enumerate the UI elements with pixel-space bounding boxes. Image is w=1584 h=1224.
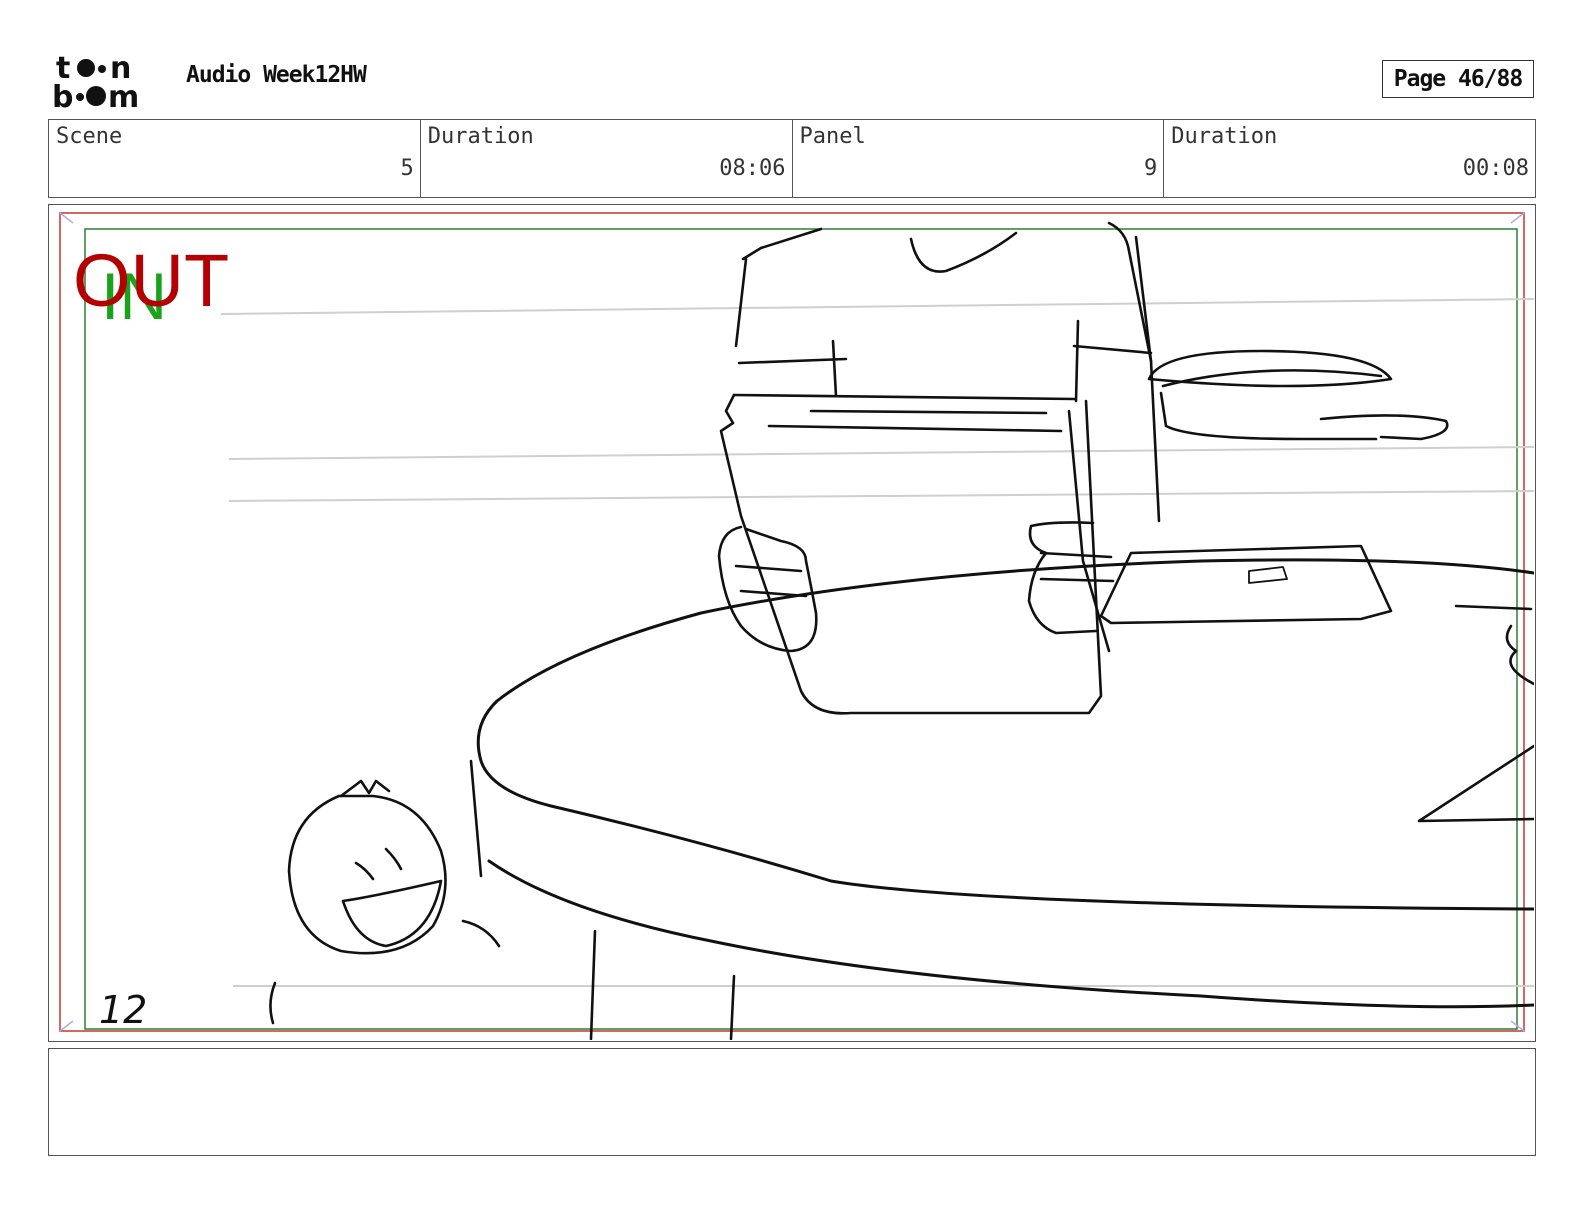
table [469, 558, 1534, 1040]
scene-value: 5 [400, 156, 414, 181]
scene-duration-label: Duration [427, 124, 534, 149]
out-marker: OUT [73, 239, 229, 322]
page-indicator: Page 46/88 [1382, 60, 1534, 98]
standing-figure [734, 221, 1161, 523]
background-lines [220, 298, 1534, 987]
panel-value: 9 [1144, 156, 1158, 181]
panel-duration-label: Duration [1171, 124, 1278, 149]
handwritten-number: 12 [99, 988, 147, 1032]
panel-duration-value: 00:08 [1462, 156, 1529, 181]
svg-text:m: m [108, 80, 139, 110]
scene-label: Scene [56, 124, 123, 149]
scene-duration-value: 08:06 [719, 156, 786, 181]
hands [717, 521, 1115, 653]
scene-cell: Scene 5 [49, 120, 421, 197]
storyboard-panel: IN OUT 12 [48, 204, 1536, 1042]
panel-label: Panel [799, 124, 866, 149]
panel-duration-cell: Duration 00:08 [1164, 120, 1535, 197]
scene-duration-cell: Duration 08:06 [421, 120, 793, 197]
svg-text:b: b [52, 80, 73, 110]
handwritten-mark [269, 981, 277, 1025]
panel-cell: Panel 9 [793, 120, 1165, 197]
panel-info-table: Scene 5 Duration 08:06 Panel 9 Duration … [48, 119, 1536, 198]
laptop [1099, 544, 1393, 625]
panel-drawing: IN OUT 12 [59, 212, 1534, 1040]
bowl [1147, 349, 1449, 441]
project-title: Audio Week12HW [186, 62, 367, 88]
frame-corner-marks [59, 212, 1525, 1032]
safe-area-frame [84, 228, 1518, 1030]
caption-box [48, 1048, 1536, 1156]
toon-boom-logo: t n b m [52, 51, 164, 115]
outer-camera-frame [59, 212, 1525, 1032]
small-character [287, 779, 501, 955]
